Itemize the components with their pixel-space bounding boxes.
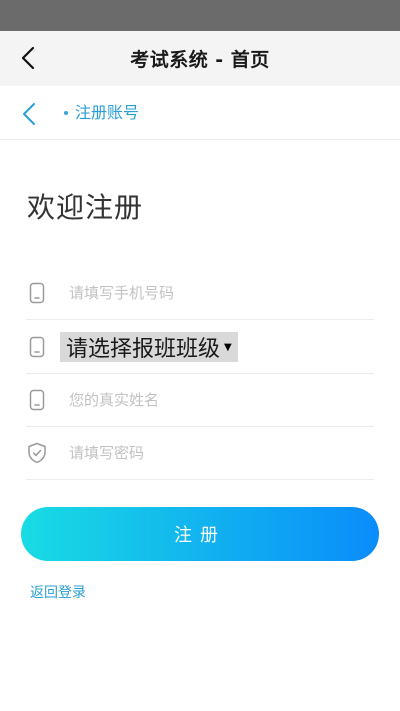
app-title: 考试系统 - 首页 — [130, 49, 270, 71]
sub-nav: 注册账号 — [0, 86, 400, 140]
class-select[interactable]: 请选择报班班级 ▼ — [60, 332, 238, 362]
phone-icon — [26, 336, 48, 358]
class-row: 请选择报班班级 ▼ — [26, 321, 374, 374]
subnav-dot — [64, 111, 68, 115]
page-title: 欢迎注册 — [27, 191, 144, 224]
phone-icon — [26, 282, 48, 304]
password-input[interactable] — [69, 444, 359, 462]
name-input[interactable] — [69, 391, 359, 409]
subnav-title: 注册账号 — [75, 103, 140, 122]
chevron-left-icon — [21, 46, 35, 70]
name-row — [26, 374, 374, 427]
register-button[interactable]: 注册 — [21, 507, 379, 561]
header-back-button[interactable] — [14, 43, 42, 73]
subnav-back-button[interactable] — [16, 100, 42, 128]
caret-down-icon: ▼ — [224, 341, 232, 353]
phone-row — [26, 267, 374, 320]
class-select-value: 请选择报班班级 — [66, 337, 221, 362]
phone-input[interactable] — [69, 284, 359, 302]
chevron-left-icon — [23, 103, 35, 125]
back-to-login-link[interactable]: 返回登录 — [30, 582, 86, 602]
password-row — [26, 427, 374, 480]
shield-check-icon — [26, 442, 48, 464]
app-header: 考试系统 - 首页 — [0, 31, 400, 86]
phone-icon — [26, 389, 48, 411]
status-bar — [0, 0, 400, 31]
